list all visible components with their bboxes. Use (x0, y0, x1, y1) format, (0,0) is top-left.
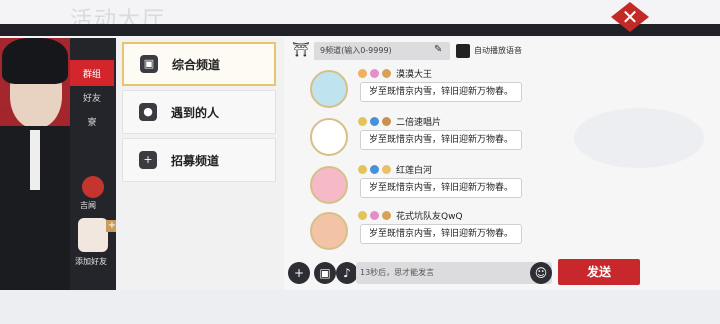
torii-icon: ⛩ (292, 42, 310, 58)
chat-icon: ▣ (140, 55, 158, 73)
channel-list: ▣ 综合频道 ● 遇到的人 + 招募频道 (116, 38, 284, 290)
emoji-panel-button[interactable]: ▣ (314, 262, 336, 284)
plus-icon: + (139, 151, 157, 169)
chat-message: 漠漠大王 岁至既惜京内雪，锌旧迎新万物春。 (304, 66, 544, 112)
image-icon: ▣ (319, 266, 331, 280)
person-icon: ● (139, 103, 157, 121)
username: 花式坑队友QwQ (396, 211, 463, 222)
badge-icon (358, 164, 367, 174)
channel-recruit[interactable]: + 招募频道 (122, 138, 276, 182)
message-bubble: 岁至既惜京内雪，锌旧迎新万物春。 (360, 224, 523, 244)
tab-friends[interactable]: 好友 (70, 84, 114, 110)
chat-message: 花式坑队友QwQ 岁至既惜京内雪，锌旧迎新万物春。 (304, 208, 544, 254)
close-icon: ✕ (621, 5, 639, 29)
badge-icon (382, 68, 391, 78)
add-friend-label: 添加好友 (75, 257, 107, 266)
username: 红莲白河 (396, 165, 433, 176)
gift-icon[interactable] (82, 176, 104, 198)
channel-general[interactable]: ▣ 综合频道 (122, 42, 276, 86)
message-bubble: 岁至既惜京内雪，锌旧迎新万物春。 (360, 178, 523, 198)
auto-voice-label: 自动播放语音 (474, 46, 522, 55)
plus-icon: + (293, 266, 305, 280)
avatar[interactable] (310, 166, 348, 204)
sidebar-tabs: 群组 好友 寮 (70, 38, 114, 290)
avatar[interactable] (310, 70, 348, 108)
microphone-icon: ♪ (343, 266, 351, 280)
message-bubble: 岁至既惜京内雪，锌旧迎新万物春。 (360, 82, 523, 102)
bottom-background (0, 290, 720, 324)
voice-button[interactable]: ♪ (336, 262, 358, 284)
emoji-button[interactable]: ☺ (530, 262, 552, 284)
chat-message: 二倍速唱片 岁至既惜京内雪，锌旧迎新万物春。 (304, 114, 544, 160)
tab-guild[interactable]: 寮 (70, 108, 114, 134)
tab-group[interactable]: 群组 (70, 60, 114, 86)
message-input[interactable]: 13秒后，思才能发言 (356, 262, 552, 284)
chat-panel: 群组 好友 寮 吉闻 + 添加好友 ▣ 综合频道 ● 遇到的人 + 招募频道 ⛩… (0, 38, 720, 290)
badge-icon (382, 116, 391, 126)
badge-icon (358, 210, 367, 220)
username: 漠漠大王 (396, 69, 433, 80)
chat-message: 红莲白河 岁至既惜京内雪，锌旧迎新万物春。 (304, 162, 544, 208)
pencil-icon[interactable]: ✎ (434, 44, 442, 55)
avatar[interactable] (310, 212, 348, 250)
channel-met-people[interactable]: ● 遇到的人 (122, 90, 276, 134)
chat-area: ⛩ 9频道(输入0-9999) ✎ 自动播放语音 漠漠大王 岁至既惜京内雪，锌旧… (284, 38, 720, 290)
badge-icon (370, 116, 379, 126)
badge-icon (382, 210, 391, 220)
auto-voice-checkbox[interactable] (456, 44, 470, 58)
badge-icon (358, 116, 367, 126)
badge-icon (358, 68, 367, 78)
message-bubble: 岁至既惜京内雪，锌旧迎新万物春。 (360, 130, 523, 150)
send-button[interactable]: 发送 (558, 259, 640, 285)
badge-icon (370, 210, 379, 220)
avatar[interactable] (310, 118, 348, 156)
smiley-icon: ☺ (534, 266, 548, 280)
chat-input-bar: + ▣ ♪ 13秒后，思才能发言 ☺ 发送 (284, 256, 720, 290)
background-decoration (574, 108, 704, 168)
badge-icon (382, 164, 391, 174)
add-friend-button[interactable] (78, 218, 108, 252)
badge-icon (370, 164, 379, 174)
username: 二倍速唱片 (396, 117, 442, 128)
header-strip (0, 24, 720, 36)
chat-toolbar: ⛩ 9频道(输入0-9999) ✎ 自动播放语音 (284, 40, 720, 62)
channel-number-input[interactable]: 9频道(输入0-9999) (314, 42, 450, 60)
badge-icon (370, 68, 379, 78)
character-portrait (0, 38, 70, 290)
add-button[interactable]: + (288, 262, 310, 284)
gift-label: 吉闻 (80, 201, 96, 210)
